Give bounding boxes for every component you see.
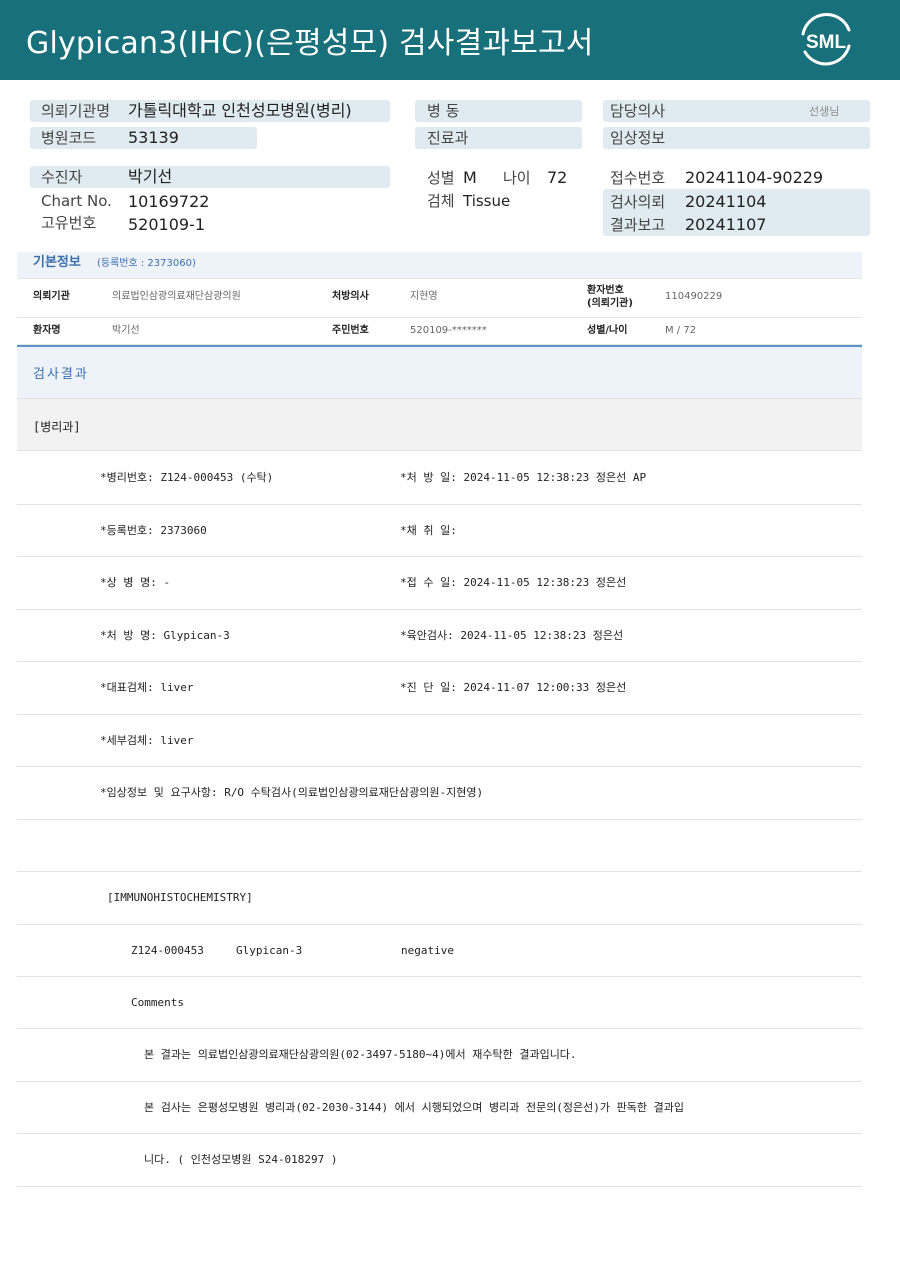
ihc-marker: Glypican-3 [236, 944, 303, 957]
chart-no-label: Chart No. [41, 192, 112, 210]
sml-logo: SML [801, 13, 851, 66]
row-divider [17, 504, 862, 505]
org-value: 의료법인삼광의료재단삼광의원 [112, 291, 241, 302]
department-label: 진료과 [427, 129, 469, 147]
sub-specimen-line: *세부검체: liver [100, 734, 194, 747]
comment-line-3: 니다. ( 인천성모병원 S24-018297 ) [144, 1153, 338, 1166]
receipt-no-value: 20241104-90229 [685, 168, 824, 187]
specimen-value: Tissue [463, 192, 511, 210]
row-divider [17, 924, 862, 925]
diagnosis-name-line: *상 병 명: - [100, 576, 171, 589]
sex-value: M [463, 168, 477, 187]
registration-no-line: *등록번호: 2373060 [100, 524, 207, 537]
prescription-name-line: *처 방 명: Glypican-3 [100, 629, 230, 642]
gross-exam-line: *육안검사: 2024-11-05 12:38:23 정은선 [400, 629, 624, 642]
row-divider [17, 1133, 862, 1134]
patient-name-value: 박기선 [112, 325, 140, 336]
comment-line-1: 본 결과는 의료법인삼광의료재단삼광의원(02-3497-5180~4)에서 재… [144, 1048, 577, 1061]
org-label: 의뢰기관 [33, 291, 70, 302]
row-divider [17, 819, 862, 820]
rrn-label: 주민번호 [332, 325, 369, 336]
diagnosis-date-line: *진 단 일: 2024-11-07 12:00:33 정은선 [400, 681, 627, 694]
prescriber-label: 처방의사 [332, 291, 369, 302]
sex-age-value: M / 72 [665, 325, 697, 336]
collection-date-line: *채 취 일: [400, 524, 457, 537]
result-bar [17, 345, 862, 398]
row-divider [17, 609, 862, 610]
row-divider [17, 714, 862, 715]
department-bar [17, 398, 862, 451]
receipt-date-line: *접 수 일: 2024-11-05 12:38:23 정은선 [400, 576, 627, 589]
requesting-org-value: 가톨릭대학교 인천성모병원(병리) [128, 101, 352, 120]
doctor-suffix: 선생님 [809, 105, 840, 118]
prescription-date-line: *처 방 일: 2024-11-05 12:38:23 정은선 AP [400, 471, 647, 484]
age-label: 나이 [503, 169, 531, 187]
row-divider [17, 871, 862, 872]
row-divider [17, 976, 862, 977]
sex-label: 성별 [427, 169, 455, 187]
hospital-code-value: 53139 [128, 128, 179, 147]
unique-no-value: 520109-1 [128, 215, 206, 234]
patient-no-value: 110490229 [665, 291, 723, 302]
main-specimen-line: *대표검체: liver [100, 681, 194, 694]
unique-no-label: 고유번호 [41, 214, 97, 232]
request-date-value: 20241104 [685, 192, 767, 211]
prescriber-value: 지현영 [410, 291, 438, 302]
row-divider [17, 766, 862, 767]
doctor-label: 담당의사 [610, 102, 666, 120]
pathology-no-line: *병리번호: Z124-000453 (수탁) [100, 471, 274, 484]
basic-info-title: 기본정보 [33, 255, 81, 270]
chart-no-value: 10169722 [128, 192, 210, 211]
sex-age-label: 성별/나이 [587, 325, 628, 336]
row-divider [17, 1028, 862, 1029]
report-date-label: 결과보고 [610, 216, 666, 234]
report-header: Glypican3(IHC)(은평성모) 검사결과보고서 SML [0, 0, 900, 80]
row-divider [17, 661, 862, 662]
row-divider [17, 1081, 862, 1082]
comments-label: Comments [131, 996, 184, 1009]
patient-name-label: 환자명 [33, 325, 61, 336]
logo-text: SML [806, 32, 847, 53]
patient-no-label-2: (의뢰기관) [587, 298, 633, 309]
ihc-case-no: Z124-000453 [131, 944, 204, 957]
result-title: 검사결과 [33, 367, 89, 382]
ihc-heading: [IMMUNOHISTOCHEMISTRY] [107, 891, 253, 904]
row-divider [17, 1186, 862, 1187]
patient-pill [30, 166, 390, 188]
receipt-no-label: 접수번호 [610, 169, 666, 187]
clinical-info-label: 임상정보 [610, 129, 666, 147]
patient-no-label-1: 환자번호 [587, 285, 624, 296]
department-text: [병리과] [33, 420, 81, 434]
patient-value: 박기선 [128, 167, 173, 186]
comment-line-2: 본 검사는 은평성모병원 병리과(02-2030-3144) 에서 시행되었으며… [144, 1101, 685, 1114]
hospital-code-label: 병원코드 [41, 129, 97, 147]
requesting-org-label: 의뢰기관명 [41, 102, 111, 120]
row-divider [17, 556, 862, 557]
age-value: 72 [547, 168, 568, 187]
patient-label: 수진자 [41, 168, 83, 186]
rrn-value: 520109-******* [410, 325, 487, 336]
clinical-request-line: *임상정보 및 요구사항: R/O 수탁검사(의료법인삼광의료재단삼광의원-지현… [100, 786, 484, 799]
ward-label: 병 동 [427, 102, 460, 120]
report-title: Glypican3(IHC)(은평성모) 검사결과보고서 [26, 26, 594, 61]
report-date-value: 20241107 [685, 215, 767, 234]
basic-info-reg-no: (등록번호 : 2373060) [97, 258, 196, 269]
specimen-label: 검체 [427, 192, 455, 210]
ihc-result: negative [401, 944, 454, 957]
request-date-label: 검사의뢰 [610, 193, 666, 211]
